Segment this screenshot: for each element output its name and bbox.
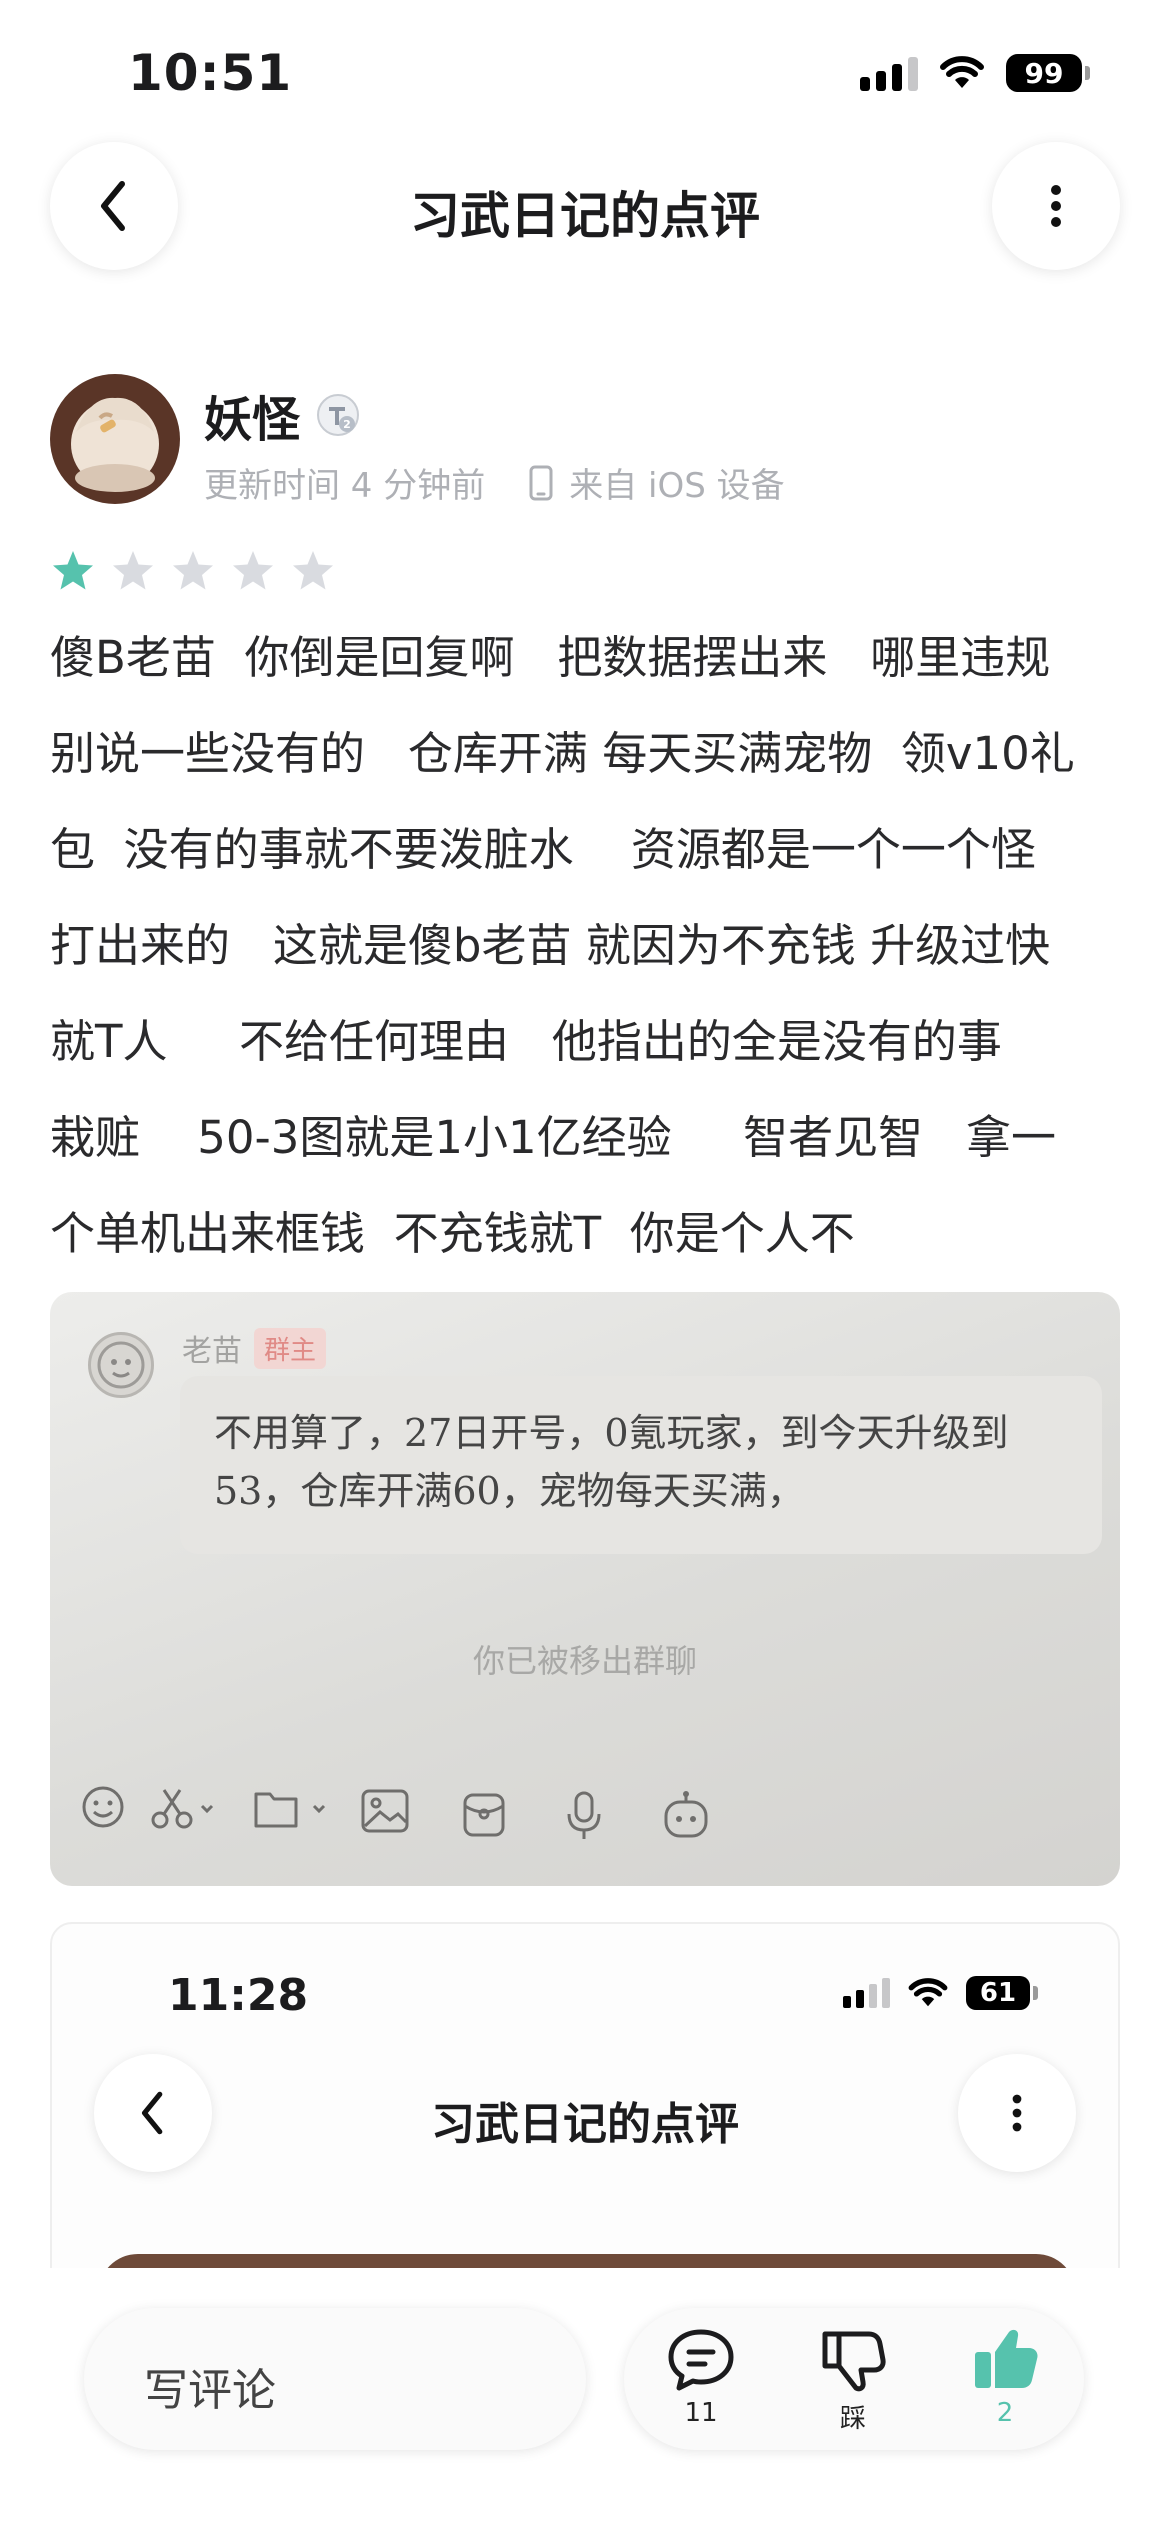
chat-toolbar	[58, 1762, 1098, 1852]
screenshot-status-icons: 61	[843, 1976, 1038, 2010]
star-empty-icon	[173, 551, 213, 590]
screenshot-more-vertical-icon	[1012, 2094, 1022, 2132]
status-icons: 99	[860, 54, 1090, 92]
review-text: 傻B老苗 你倒是回复啊 把数据摆出来 哪里违规 别说一些没有的 仓库开满 每天买满…	[50, 610, 1125, 1282]
battery-indicator: 99	[1006, 54, 1090, 92]
red-packet-icon	[463, 1793, 505, 1837]
comments-count: 11	[684, 2398, 718, 2428]
scissors-icon	[151, 1789, 214, 1829]
review-line: 打出来的 这就是傻b老苗 就因为不充钱 升级过快	[50, 919, 1051, 972]
like-button[interactable]: 2	[950, 2326, 1060, 2428]
screenshot-battery: 61	[966, 1976, 1038, 2010]
folder-icon	[254, 1792, 326, 1828]
device-source: 来自 iOS 设备	[569, 466, 785, 506]
chat-sender-name: 老苗	[182, 1334, 242, 1369]
bottom-action-bar: 写评论 11 踩 2	[0, 2268, 1170, 2532]
svg-text:2: 2	[343, 418, 351, 431]
chat-message-bubble: 不用算了，27日开号，0氪玩家，到今天升级到53，仓库开满60，宠物每天买满，	[180, 1376, 1102, 1554]
review-line: 栽赃 50-3图就是1小1亿经验 智者见智 拿一	[50, 1111, 1057, 1164]
battery-level: 99	[1006, 54, 1082, 92]
dislike-label: 踩	[839, 2404, 866, 2434]
comment-placeholder: 写评论	[144, 2365, 276, 2416]
phone-icon	[529, 465, 553, 500]
screenshot-more-button	[958, 2054, 1076, 2172]
screenshot-wifi-icon	[908, 1978, 948, 2007]
more-options-button[interactable]	[992, 142, 1120, 270]
rating-stars	[50, 548, 336, 594]
dislike-button[interactable]: 踩	[798, 2326, 908, 2435]
likes-count: 2	[996, 2398, 1014, 2428]
more-vertical-icon	[1051, 185, 1061, 227]
chat-system-notice: 你已被移出群聊	[472, 1642, 697, 1680]
author-name-row: 妖怪 2	[204, 380, 360, 450]
level-badge-icon: 2	[317, 394, 360, 436]
updated-time: 更新时间 4 分钟前	[204, 466, 486, 506]
author-meta: 更新时间 4 分钟前 来自 iOS 设备	[204, 458, 785, 507]
robot-icon	[664, 1791, 708, 1838]
star-empty-icon	[113, 551, 153, 590]
microphone-icon	[567, 1791, 601, 1839]
avatar[interactable]	[50, 374, 180, 504]
status-bar: 10:51 99	[0, 0, 1170, 140]
cellular-signal-icon	[860, 55, 918, 91]
thumbs-up-icon	[975, 2329, 1038, 2388]
review-line: 个单机出来框钱 不充钱就T 你是个人不	[50, 1207, 855, 1260]
chat-sender-avatar	[88, 1332, 154, 1398]
chat-sender-row: 老苗 群主	[182, 1326, 327, 1370]
screenshot-time: 11:28	[168, 1970, 309, 2021]
comment-bubble-icon	[668, 2329, 734, 2391]
screenshot-signal-icon	[843, 1978, 890, 2008]
comments-button[interactable]: 11	[646, 2326, 756, 2428]
review-line: 就T人 不给任何理由 他指出的全是没有的事	[50, 1015, 1002, 1068]
write-comment-input[interactable]: 写评论	[84, 2308, 586, 2450]
action-pill: 11 踩 2	[624, 2308, 1084, 2450]
status-time: 10:51	[128, 44, 293, 102]
wifi-icon	[940, 56, 984, 88]
thumbs-down-icon	[822, 2331, 886, 2392]
star-empty-icon	[293, 551, 333, 590]
chat-message-text: 不用算了，27日开号，0氪玩家，到今天升级到53，仓库开满60，宠物每天买满，	[214, 1411, 1009, 1513]
review-author: 妖怪 2 更新时间 4 分钟前 来自 iOS 设备	[50, 374, 1120, 514]
image-icon	[361, 1789, 409, 1833]
review-line: 傻B老苗 你倒是回复啊 把数据摆出来 哪里违规	[50, 631, 1051, 684]
author-name[interactable]: 妖怪	[204, 380, 300, 450]
star-empty-icon	[233, 551, 273, 590]
review-line: 包 没有的事就不要泼脏水 资源都是一个一个怪	[50, 823, 1036, 876]
nav-header: 习武日记的点评	[0, 140, 1170, 270]
avatar-image	[50, 374, 180, 504]
emoji-icon	[82, 1786, 124, 1828]
chat-sender-tag: 群主	[254, 1327, 327, 1369]
review-line: 别说一些没有的 仓库开满 每天买满宠物 领v10礼	[50, 727, 1075, 780]
review-photo-chat[interactable]: 老苗 群主 不用算了，27日开号，0氪玩家，到今天升级到53，仓库开满60，宠物…	[50, 1292, 1120, 1886]
star-filled-icon	[53, 551, 93, 590]
screenshot-battery-level: 61	[966, 1976, 1030, 2010]
battery-tip	[1085, 66, 1090, 80]
